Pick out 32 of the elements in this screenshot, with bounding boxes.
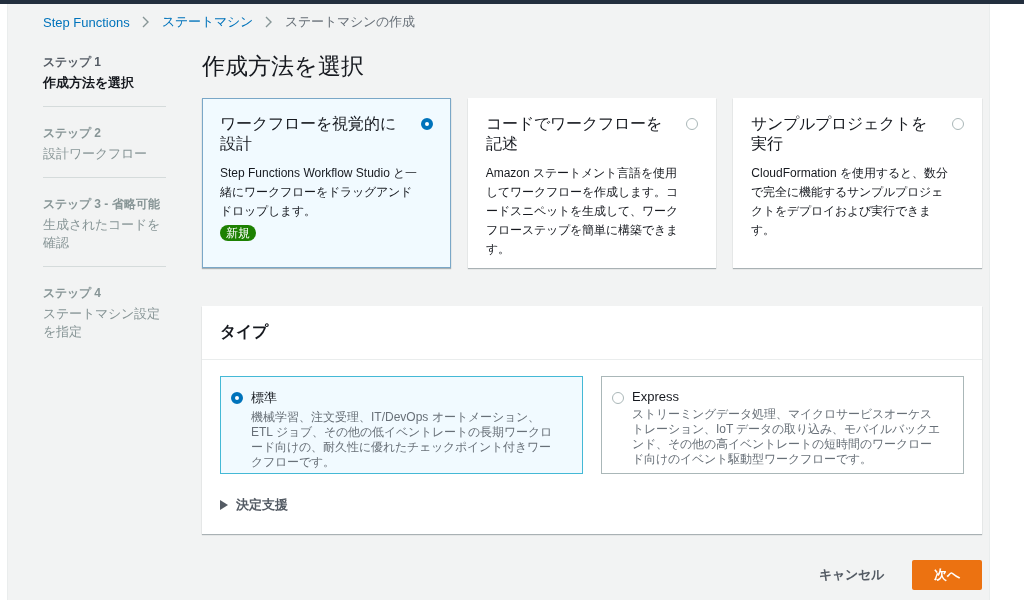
- panel-title: タイプ: [220, 323, 268, 340]
- type-option[interactable]: Express ストリーミングデータ処理、マイクロサービスオーケストレーション、IoT データの取り込み、モバイルバックエンド、その他の高イベントレートの短時間のワークロード向けのイベント駆動型ワークフローです。: [601, 376, 964, 474]
- method-title: サンプルプロジェクトを実行: [751, 114, 929, 154]
- option-description: ストリーミングデータ処理、マイクロサービスオーケストレーション、IoT データの取り込み、モバイルバックエンド、その他の高イベントレートの短時間のワークロード向けのイベント駆動型ワークフローです。: [632, 407, 942, 467]
- radio-button[interactable]: [952, 118, 964, 130]
- new-badge: 新規: [220, 225, 256, 241]
- breadcrumb-link[interactable]: Step Functions: [43, 14, 130, 30]
- radio-button[interactable]: [231, 392, 243, 404]
- cancel-button[interactable]: キャンセル: [811, 560, 892, 590]
- option-label: Express: [632, 389, 680, 404]
- radio-button[interactable]: [420, 118, 433, 130]
- radio-button[interactable]: [612, 392, 624, 404]
- caret-icon: [220, 500, 228, 510]
- type-option[interactable]: 標準 機械学習、注文受理、IT/DevOps オートメーション、ETL ジョブ、その他の低イベントレートの長期ワークロード向けの、耐久性に優れたチェックポイント付きワークフローです。: [220, 376, 583, 474]
- breadcrumb-link[interactable]: ステートマシン: [161, 13, 253, 31]
- method-title: ワークフローを視覚的に設計: [220, 114, 397, 154]
- chevron-icon: [141, 16, 150, 28]
- page-title: 作成方法を選択: [202, 52, 365, 81]
- method-card[interactable]: サンプルプロジェクトを実行 CloudFormation を使用すると、数分で完全に機能するサンプルプロジェクトをデプロイおよび実行できます。: [733, 98, 982, 268]
- option-label: 標準: [251, 389, 278, 407]
- wizard-step[interactable]: ステップ 1 作成方法を選択: [43, 50, 166, 107]
- method-title: コードでワークフローを記述: [485, 114, 663, 154]
- radio-button[interactable]: [686, 118, 699, 130]
- method-description: Step Functions Workflow Studio と一緒にワークフローをドラッグアンドドロップします。: [220, 165, 419, 220]
- option-description: 機械学習、注文受理、IT/DevOps オートメーション、ETL ジョブ、その他の低イベントレートの長期ワークロード向けの、耐久性に優れたチェックポイント付きワークフローです。: [251, 410, 553, 470]
- decision-help-toggle[interactable]: 決定支援: [220, 496, 288, 514]
- breadcrumb-current: ステートマシンの作成: [284, 13, 415, 31]
- method-description: Amazon ステートメント言語を使用してワークフローを作成します。コードスニペットを生成して、ワークフローステップを簡単に構築できます。: [485, 165, 679, 258]
- method-card[interactable]: ワークフローを視覚的に設計 Step Functions Workflow Studio と一緒にワークフローをドラッグアンドドロップします。 新規: [202, 98, 451, 268]
- chevron-icon: [264, 16, 273, 28]
- method-description: CloudFormation を使用すると、数分で完全に機能するサンプルプロジェクトをデプロイおよび実行できます。: [751, 165, 950, 239]
- method-card[interactable]: コードでワークフローを記述 Amazon ステートメント言語を使用してワークフローを作成します。コードスニペットを生成して、ワークフローステップを簡単に構築できます。: [467, 98, 717, 268]
